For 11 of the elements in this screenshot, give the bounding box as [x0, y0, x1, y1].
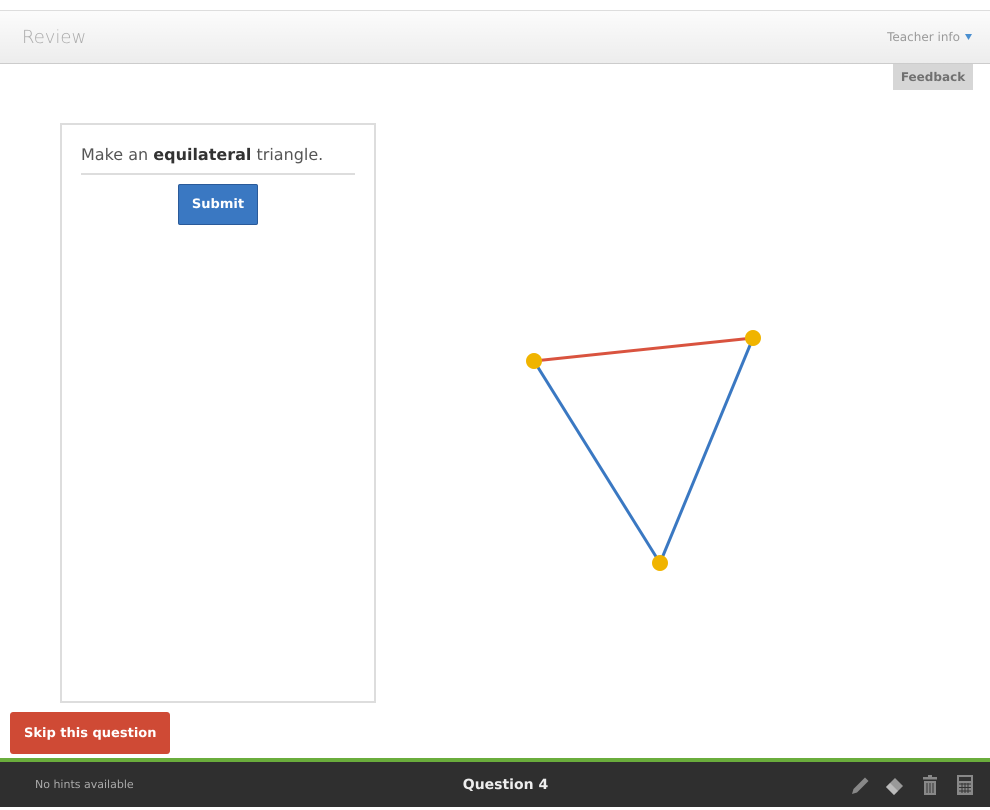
skip-question-button[interactable]: Skip this question: [10, 712, 170, 754]
vertex-point[interactable]: [526, 353, 542, 369]
vertex-point[interactable]: [652, 555, 668, 571]
page-title: Review: [22, 26, 86, 48]
teacher-info-menu[interactable]: Teacher info: [887, 30, 972, 44]
question-number: Question 4: [462, 776, 548, 792]
question-prompt: Make an equilateral triangle.: [81, 145, 355, 175]
hints-status: No hints available: [35, 778, 135, 791]
calculator-icon[interactable]: [954, 774, 976, 796]
caret-icon: [965, 34, 972, 40]
submit-button[interactable]: Submit: [178, 184, 258, 225]
